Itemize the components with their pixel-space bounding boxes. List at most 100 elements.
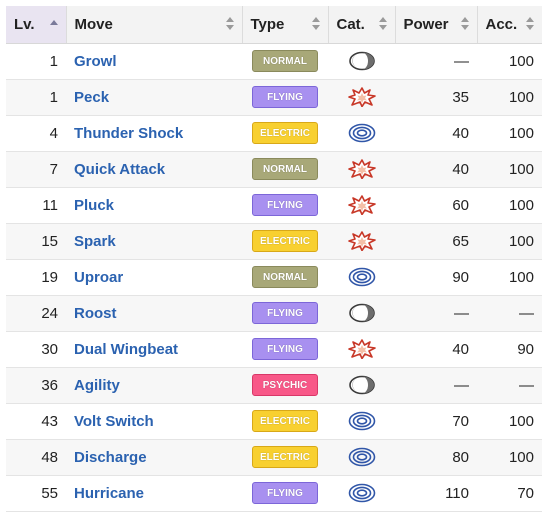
table-header: Lv. Move Type Cat. Power Acc. [6, 6, 542, 44]
move-cell: Hurricane [66, 475, 242, 512]
column-header-cat[interactable]: Cat. [328, 6, 396, 44]
status-icon [348, 303, 376, 323]
move-link[interactable]: Roost [74, 305, 117, 322]
move-link[interactable]: Agility [74, 377, 120, 394]
column-header-label: Acc. [485, 15, 518, 33]
power-cell: — [395, 367, 477, 404]
power-cell: 40 [395, 331, 477, 368]
type-badge[interactable]: NORMAL [252, 266, 318, 288]
table-row: 1 Growl NORMAL — 100 [6, 43, 542, 80]
column-header-power[interactable]: Power [395, 6, 478, 44]
sort-icon [311, 17, 320, 31]
type-badge[interactable]: ELECTRIC [252, 230, 318, 252]
category-cell [328, 187, 395, 224]
move-link[interactable]: Quick Attack [74, 161, 165, 178]
move-link[interactable]: Peck [74, 89, 109, 106]
type-cell: ELECTRIC [242, 223, 328, 260]
category-cell [328, 259, 395, 296]
column-header-label: Move [74, 15, 113, 33]
category-cell [328, 43, 395, 80]
power-cell: 90 [395, 259, 477, 296]
level-cell: 4 [6, 115, 66, 152]
category-cell [328, 79, 395, 116]
column-header-lv[interactable]: Lv. [6, 6, 67, 44]
type-badge[interactable]: ELECTRIC [252, 122, 318, 144]
moves-table: Lv. Move Type Cat. Power Acc. 1 Growl NO… [6, 6, 542, 512]
level-cell: 43 [6, 403, 66, 440]
table-row: 43 Volt Switch ELECTRIC 70 100 [6, 403, 542, 440]
column-header-type[interactable]: Type [242, 6, 329, 44]
accuracy-cell: 100 [477, 439, 542, 476]
power-cell: 35 [395, 79, 477, 116]
accuracy-cell: 100 [477, 187, 542, 224]
move-link[interactable]: Thunder Shock [74, 125, 183, 142]
type-badge[interactable]: FLYING [252, 482, 318, 504]
move-cell: Growl [66, 43, 242, 80]
level-cell: 48 [6, 439, 66, 476]
type-badge[interactable]: FLYING [252, 338, 318, 360]
category-cell [328, 403, 395, 440]
type-badge[interactable]: NORMAL [252, 50, 318, 72]
special-icon [348, 123, 376, 143]
table-row: 55 Hurricane FLYING 110 70 [6, 475, 542, 512]
type-badge[interactable]: NORMAL [252, 158, 318, 180]
type-badge[interactable]: FLYING [252, 86, 318, 108]
physical-icon [347, 339, 376, 360]
physical-icon [347, 231, 376, 252]
special-icon [348, 447, 376, 467]
level-cell: 36 [6, 367, 66, 404]
accuracy-cell: 100 [477, 403, 542, 440]
move-cell: Spark [66, 223, 242, 260]
move-link[interactable]: Pluck [74, 197, 114, 214]
power-cell: — [395, 295, 477, 332]
move-link[interactable]: Volt Switch [74, 413, 154, 430]
column-header-acc[interactable]: Acc. [477, 6, 542, 44]
move-link[interactable]: Spark [74, 233, 116, 250]
type-badge[interactable]: PSYCHIC [252, 374, 318, 396]
accuracy-cell: — [477, 295, 542, 332]
table-row: 30 Dual Wingbeat FLYING 40 90 [6, 331, 542, 368]
power-cell: 80 [395, 439, 477, 476]
accuracy-cell: 70 [477, 475, 542, 512]
table-row: 48 Discharge ELECTRIC 80 100 [6, 439, 542, 476]
move-link[interactable]: Discharge [74, 449, 147, 466]
type-cell: FLYING [242, 79, 328, 116]
type-badge[interactable]: FLYING [252, 194, 318, 216]
move-link[interactable]: Growl [74, 53, 117, 70]
type-badge[interactable]: ELECTRIC [252, 410, 318, 432]
move-cell: Uproar [66, 259, 242, 296]
power-cell: 40 [395, 151, 477, 188]
move-cell: Dual Wingbeat [66, 331, 242, 368]
type-cell: ELECTRIC [242, 439, 328, 476]
power-cell: — [395, 43, 477, 80]
level-cell: 19 [6, 259, 66, 296]
sort-icon [526, 17, 534, 31]
column-header-move[interactable]: Move [66, 6, 243, 44]
move-cell: Pluck [66, 187, 242, 224]
move-link[interactable]: Hurricane [74, 485, 144, 502]
table-row: 11 Pluck FLYING 60 100 [6, 187, 542, 224]
category-cell [328, 439, 395, 476]
move-link[interactable]: Uproar [74, 269, 123, 286]
category-cell [328, 151, 395, 188]
accuracy-cell: 100 [477, 115, 542, 152]
move-cell: Quick Attack [66, 151, 242, 188]
move-link[interactable]: Dual Wingbeat [74, 341, 178, 358]
move-cell: Thunder Shock [66, 115, 242, 152]
sort-icon [378, 17, 387, 31]
type-cell: FLYING [242, 295, 328, 332]
type-cell: FLYING [242, 187, 328, 224]
table-row: 7 Quick Attack NORMAL 40 100 [6, 151, 542, 188]
type-badge[interactable]: ELECTRIC [252, 446, 318, 468]
category-cell [328, 115, 395, 152]
level-cell: 7 [6, 151, 66, 188]
type-cell: NORMAL [242, 259, 328, 296]
power-cell: 65 [395, 223, 477, 260]
move-cell: Roost [66, 295, 242, 332]
sort-icon [460, 17, 469, 31]
type-cell: ELECTRIC [242, 403, 328, 440]
type-badge[interactable]: FLYING [252, 302, 318, 324]
level-cell: 24 [6, 295, 66, 332]
table-row: 19 Uproar NORMAL 90 100 [6, 259, 542, 296]
category-cell [328, 295, 395, 332]
